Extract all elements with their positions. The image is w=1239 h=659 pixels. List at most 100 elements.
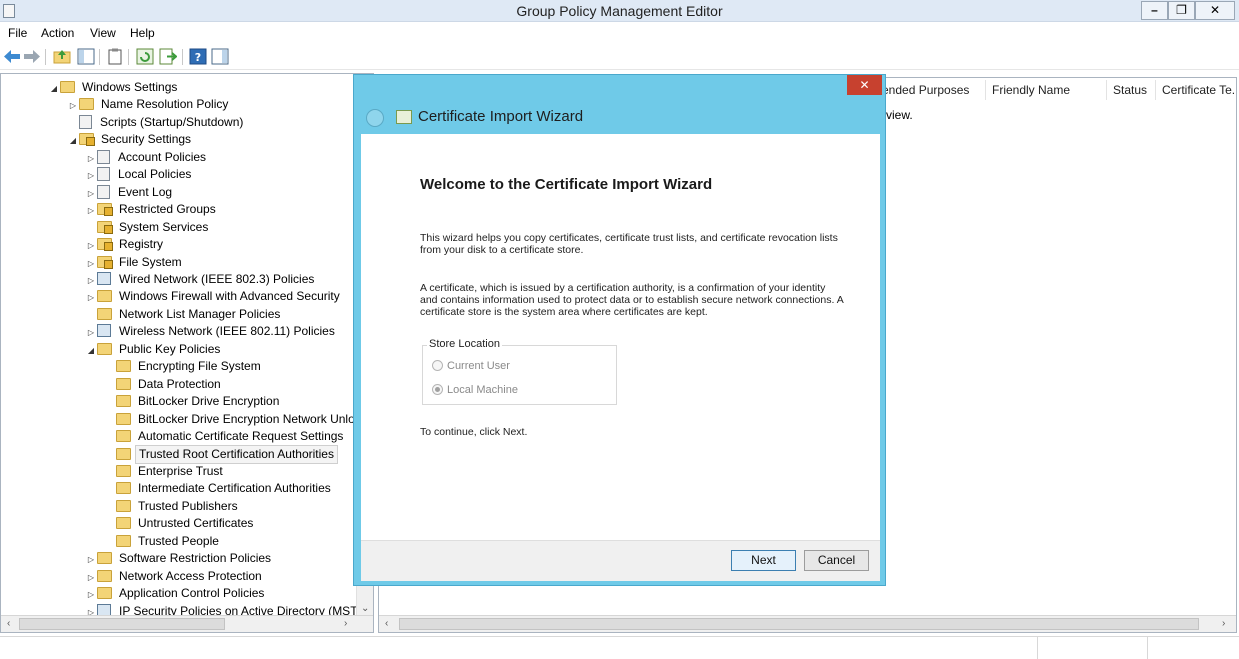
tree-item[interactable]: Trusted People (104, 533, 222, 550)
collapsed-arrow-icon[interactable]: ▷ (85, 237, 97, 254)
collapsed-arrow-icon[interactable]: ▷ (85, 255, 97, 272)
restore-button[interactable]: ❐ (1168, 1, 1195, 20)
store-location-legend: Store Location (427, 338, 502, 350)
collapsed-arrow-icon[interactable]: ▷ (85, 167, 97, 184)
clipboard-icon[interactable] (106, 48, 124, 65)
menu-file[interactable]: File (8, 26, 27, 40)
minimize-button[interactable]: – (1141, 1, 1168, 20)
tree-item[interactable]: ▷ Local Policies (85, 166, 194, 183)
policy-document-icon (97, 149, 110, 164)
local-machine-label: Local Machine (447, 384, 518, 396)
expanded-arrow-icon[interactable]: ◢ (48, 80, 60, 97)
details-horizontal-scrollbar[interactable]: ‹ › (379, 615, 1236, 632)
collapsed-arrow-icon[interactable]: ▷ (85, 551, 97, 568)
back-arrow-icon[interactable] (366, 109, 384, 127)
tree-scrollbar-thumb[interactable] (19, 618, 225, 630)
tree-item-label: Automatic Certificate Request Settings (138, 429, 344, 443)
scroll-right-icon[interactable]: › (344, 618, 347, 629)
show-hide-action-pane-icon[interactable] (211, 48, 229, 65)
tree-item[interactable]: BitLocker Drive Encryption (104, 393, 282, 410)
tree-item[interactable]: ▷ Restricted Groups (85, 201, 219, 218)
tree-item[interactable]: ▷ Registry (85, 236, 166, 253)
tree-item[interactable]: ▷ Account Policies (85, 149, 209, 166)
tree-item-label: Scripts (Startup/Shutdown) (100, 114, 244, 129)
collapsed-arrow-icon[interactable]: ▷ (85, 272, 97, 289)
empty-list-message: view. (886, 108, 913, 122)
tree-item[interactable]: Data Protection (104, 376, 224, 393)
tree-item[interactable]: ▷ File System (85, 254, 185, 271)
tree-item[interactable]: ▷ Event Log (85, 184, 175, 201)
column-header-certificate-template[interactable]: Certificate Te. (1156, 80, 1236, 100)
collapsed-arrow-icon[interactable]: ▷ (85, 569, 97, 586)
up-folder-icon[interactable] (53, 48, 71, 65)
column-header-friendly-name[interactable]: Friendly Name (986, 80, 1107, 100)
local-machine-option[interactable]: Local Machine (432, 384, 518, 396)
folder-icon (60, 81, 75, 93)
details-scrollbar-thumb[interactable] (399, 618, 1199, 630)
tree-item[interactable]: ◢ Windows Settings (48, 79, 180, 96)
collapsed-arrow-icon[interactable]: ▷ (85, 586, 97, 603)
column-header-status[interactable]: Status (1107, 80, 1156, 100)
back-icon[interactable] (3, 48, 21, 65)
collapsed-arrow-icon[interactable]: ▷ (85, 202, 97, 219)
current-user-radio[interactable] (432, 360, 443, 371)
tree-item[interactable]: Trusted Root Certification Authorities (104, 445, 338, 465)
close-window-button[interactable]: ✕ (1195, 1, 1235, 20)
tree-item[interactable]: System Services (85, 219, 211, 236)
menu-help[interactable]: Help (130, 26, 155, 40)
current-user-option[interactable]: Current User (432, 360, 510, 372)
console-tree-pane[interactable]: ◢ Windows Settings ▷ Name Resolution Policy… (0, 73, 374, 633)
toolbar-separator (128, 49, 129, 65)
tree-item[interactable]: Automatic Certificate Request Settings (104, 428, 346, 445)
scroll-down-icon[interactable]: ⌄ (361, 603, 369, 614)
tree-item[interactable]: ▷ Wired Network (IEEE 802.3) Policies (85, 271, 317, 288)
scroll-left-icon[interactable]: ‹ (7, 618, 10, 629)
collapsed-arrow-icon[interactable]: ▷ (85, 289, 97, 306)
collapsed-arrow-icon[interactable]: ▷ (85, 150, 97, 167)
scroll-right-icon[interactable]: › (1222, 618, 1225, 629)
cancel-button[interactable]: Cancel (804, 550, 869, 571)
tree-item[interactable]: ◢ Public Key Policies (85, 341, 223, 358)
tree-item[interactable]: Encrypting File System (104, 358, 264, 375)
tree-item[interactable]: ▷ Windows Firewall with Advanced Security (85, 288, 343, 305)
tree-item-label: Trusted Publishers (138, 498, 238, 513)
export-list-icon[interactable] (159, 48, 177, 65)
title-bar: Group Policy Management Editor – ❐ ✕ (0, 0, 1239, 22)
forward-icon[interactable] (23, 48, 41, 65)
expanded-arrow-icon[interactable]: ◢ (85, 342, 97, 359)
wizard-heading: Welcome to the Certificate Import Wizard (420, 176, 713, 193)
tree-item[interactable]: Network List Manager Policies (85, 306, 283, 323)
tree-item[interactable]: Untrusted Certificates (104, 515, 256, 532)
refresh-icon[interactable] (136, 48, 154, 65)
tree-item-label: Enterprise Trust (138, 463, 223, 478)
local-machine-radio[interactable] (432, 384, 443, 395)
collapsed-arrow-icon[interactable]: ▷ (85, 324, 97, 341)
tree-item[interactable]: Enterprise Trust (104, 463, 226, 480)
tree-item[interactable]: ▷ Name Resolution Policy (67, 96, 231, 113)
collapsed-arrow-icon[interactable]: ▷ (67, 97, 79, 114)
tree-item[interactable]: ◢ Security Settings (67, 131, 194, 148)
toolbar-separator (45, 49, 46, 65)
close-icon[interactable]: ✕ (847, 75, 882, 95)
scroll-left-icon[interactable]: ‹ (385, 618, 388, 629)
folder-icon (116, 482, 131, 495)
tree-item-label: Trusted People (138, 533, 219, 548)
tree-item[interactable]: ▷ Application Control Policies (85, 585, 267, 602)
tree-horizontal-scrollbar[interactable]: ‹ › (1, 615, 373, 632)
column-header-intended-purposes[interactable]: ended Purposes (876, 80, 986, 100)
wizard-title: Certificate Import Wizard (418, 108, 584, 125)
show-hide-tree-icon[interactable] (77, 48, 95, 65)
tree-item[interactable]: Trusted Publishers (104, 498, 241, 515)
tree-item[interactable]: Intermediate Certification Authorities (104, 480, 334, 497)
tree-item[interactable]: Scripts (Startup/Shutdown) (67, 114, 246, 131)
tree-item[interactable]: ▷ Network Access Protection (85, 568, 265, 585)
expanded-arrow-icon[interactable]: ◢ (67, 132, 79, 149)
menu-action[interactable]: Action (41, 26, 74, 40)
collapsed-arrow-icon[interactable]: ▷ (85, 185, 97, 202)
help-icon[interactable]: ? (189, 48, 207, 65)
next-button[interactable]: Next (731, 550, 796, 571)
tree-item[interactable]: ▷ Software Restriction Policies (85, 550, 274, 567)
tree-item[interactable]: ▷ Wireless Network (IEEE 802.11) Policies (85, 323, 338, 340)
menu-view[interactable]: View (90, 26, 116, 40)
tree-item[interactable]: BitLocker Drive Encryption Network Unloc (104, 411, 364, 428)
